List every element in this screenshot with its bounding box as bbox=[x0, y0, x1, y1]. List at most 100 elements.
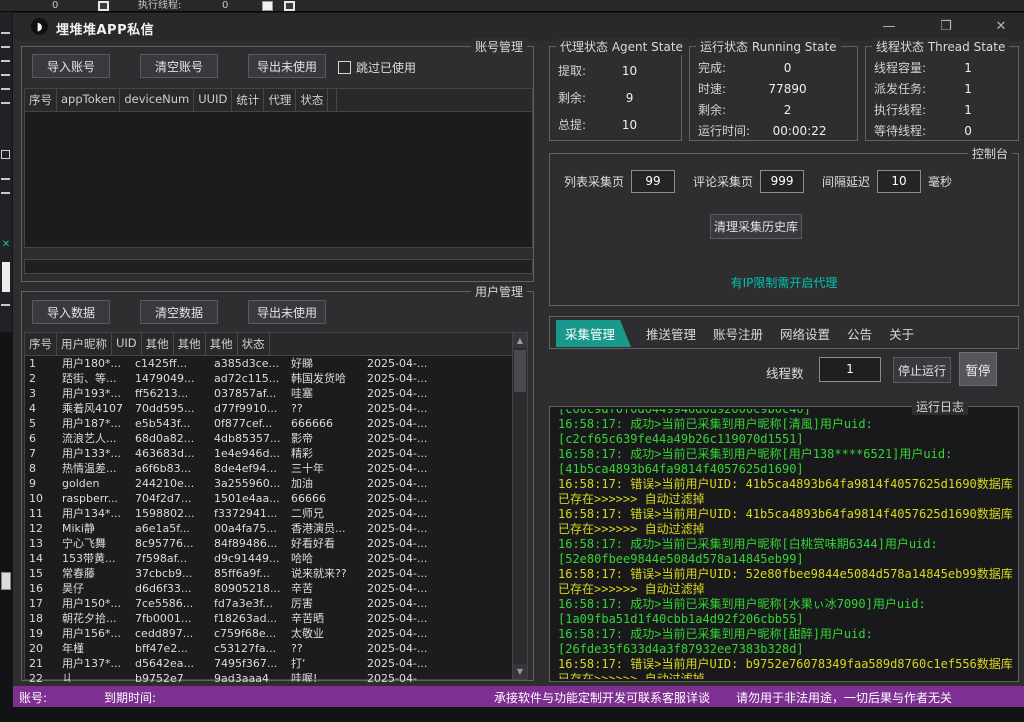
cell-other: 2025-04-... bbox=[363, 371, 436, 386]
cell-other: f18263ad... bbox=[210, 611, 287, 626]
table-row[interactable]: 4 乘着风4107 70dd595... d77f9910... ?? 2025… bbox=[25, 401, 512, 416]
user-column-header[interactable]: 其他 bbox=[174, 333, 206, 355]
state-row-value: 10 bbox=[586, 64, 673, 78]
account-action-button[interactable]: 清空账号 bbox=[140, 54, 218, 78]
account-action-button[interactable]: 导出未使用 bbox=[248, 54, 326, 78]
table-row[interactable]: 14 153带黄... 7f598af... d9c91449... 哈哈 20… bbox=[25, 551, 512, 566]
close-button[interactable]: ✕ bbox=[986, 17, 1016, 37]
user-column-header[interactable]: 其他 bbox=[142, 333, 174, 355]
scroll-up-icon[interactable]: ▲ bbox=[513, 333, 527, 348]
cell-other: 4db85357... bbox=[210, 431, 287, 446]
cell-other: 精彩 bbox=[287, 446, 363, 461]
background-spinner-icon bbox=[262, 1, 273, 11]
account-column-header[interactable]: 状态 bbox=[296, 89, 328, 111]
account-column-header[interactable]: 统计 bbox=[232, 89, 264, 111]
user-action-button[interactable]: 导出未使用 bbox=[248, 300, 326, 324]
cell-status bbox=[436, 371, 512, 386]
cell-other: 影帝 bbox=[287, 431, 363, 446]
cell-nickname: 用户137*... bbox=[58, 656, 131, 671]
tab-item[interactable]: 网络设置 bbox=[778, 320, 832, 347]
table-row[interactable]: 5 用户187*... e5b543f... 0f877cef... 66666… bbox=[25, 416, 512, 431]
user-column-header[interactable]: 其他 bbox=[206, 333, 238, 355]
table-row[interactable]: 10 raspberr... 704f2d7... 1501e4aa... 66… bbox=[25, 491, 512, 506]
account-column-header[interactable]: 序号 bbox=[25, 89, 57, 111]
table-row[interactable]: 18 朝花夕拾... 7fb0001... f18263ad... 辛苦晒 20… bbox=[25, 611, 512, 626]
cell-uid: 1598802... bbox=[131, 506, 210, 521]
log-line: 16:58:17: 成功>当前已采集到用户昵称[甜醉]用户uid: bbox=[558, 627, 1013, 642]
cell-status bbox=[436, 551, 512, 566]
cell-status bbox=[436, 671, 512, 682]
user-column-header[interactable]: 序号 bbox=[25, 333, 57, 355]
cell-nickname: 宁心飞舞 bbox=[58, 536, 131, 551]
stop-run-button[interactable]: 停止运行 bbox=[893, 357, 951, 383]
account-table-hscrollbar[interactable] bbox=[24, 259, 533, 274]
table-row[interactable]: 16 昊仔 d6d6f33... 80905218... 辛苦 2025-04-… bbox=[25, 581, 512, 596]
cell-nickname: 热情温差... bbox=[58, 461, 131, 476]
maximize-button[interactable]: ❒ bbox=[931, 17, 961, 37]
minimize-button[interactable]: — bbox=[874, 17, 904, 37]
skip-used-checkbox-wrap[interactable]: 跳过已使用 bbox=[338, 59, 416, 76]
table-row[interactable]: 19 用户156*... cedd897... c759f68e... 太敬业 … bbox=[25, 626, 512, 641]
state-row-value: 9 bbox=[586, 91, 673, 105]
state-row: 提取:10 bbox=[558, 57, 673, 84]
console-field-input[interactable]: 10 bbox=[877, 170, 921, 193]
table-row[interactable]: 21 用户137*... d5642ea... 7495f367... 打‘ 2… bbox=[25, 656, 512, 671]
cell-uid: 7f598af... bbox=[131, 551, 210, 566]
table-row[interactable]: 1 用户180*... c1425ff... a385d3ce... 好睇 20… bbox=[25, 356, 512, 371]
table-row[interactable]: 9 golden 244210e... 3a255960... 加油 2025-… bbox=[25, 476, 512, 491]
run-log-body[interactable]: [c00c9df0f0d0449946d0d92000c9b0c40]16:58… bbox=[558, 409, 1013, 679]
table-row[interactable]: 15 常春藤 37cbcb9... 85ff6a9f... 说来就来?? 202… bbox=[25, 566, 512, 581]
account-column-header[interactable] bbox=[328, 89, 337, 111]
user-action-button[interactable]: 导入数据 bbox=[32, 300, 110, 324]
tab-item[interactable]: 账号注册 bbox=[711, 320, 765, 347]
account-column-header[interactable]: UUID bbox=[194, 89, 232, 111]
table-row[interactable]: 3 用户193*... ff56213... 037857af... 哇塞 20… bbox=[25, 386, 512, 401]
cell-other: fd7a3e3f... bbox=[210, 596, 287, 611]
running-state-panel: 运行状态 Running State 完成:0时速:77890剩余:2运行时间:… bbox=[689, 46, 858, 141]
scroll-down-icon[interactable]: ▼ bbox=[513, 664, 527, 679]
tab-item[interactable]: 关于 bbox=[887, 320, 916, 347]
clear-history-button[interactable]: 清理采集历史库 bbox=[710, 214, 802, 239]
account-action-button[interactable]: 导入账号 bbox=[32, 54, 110, 78]
table-row[interactable]: 13 宁心飞舞 8c95776... 84f89486... 好看好看 2025… bbox=[25, 536, 512, 551]
pause-button[interactable]: 暂停 bbox=[959, 352, 997, 386]
cell-uid: 68d0a82... bbox=[131, 431, 210, 446]
user-column-header[interactable]: 用户昵称 bbox=[57, 333, 112, 355]
console-field-input[interactable]: 99 bbox=[631, 170, 675, 193]
scrollbar-thumb[interactable] bbox=[514, 350, 526, 392]
table-row[interactable]: 2 踎街、等... 1479049... ad72c115... 韩国发货哈 2… bbox=[25, 371, 512, 386]
skip-used-checkbox[interactable] bbox=[338, 61, 351, 74]
account-column-header[interactable]: deviceNum bbox=[120, 89, 194, 111]
tab-bar: 采集管理推送管理账号注册网络设置公告关于 bbox=[549, 316, 1019, 349]
user-action-button[interactable]: 清空数据 bbox=[140, 300, 218, 324]
table-row[interactable]: 17 用户150*... 7ce5586... fd7a3e3f... 厉害 2… bbox=[25, 596, 512, 611]
cell-index: 22 bbox=[25, 671, 58, 682]
cell-other: 66666 bbox=[287, 491, 363, 506]
thread-count-input[interactable]: 1 bbox=[819, 357, 881, 382]
cell-uid: e5b543f... bbox=[131, 416, 210, 431]
cell-uid: ff56213... bbox=[131, 386, 210, 401]
table-row[interactable]: 20 年槿 bff47e2... c53127fa... ?? 2025-04-… bbox=[25, 641, 512, 656]
tab-item[interactable]: 采集管理 bbox=[556, 320, 631, 347]
cell-other: 太敬业 bbox=[287, 626, 363, 641]
toolbar-ruler-icon bbox=[2, 262, 10, 292]
table-row[interactable]: 8 热情温差... a6f6b83... 8de4ef94... 三十年 202… bbox=[25, 461, 512, 476]
user-column-header[interactable]: 状态 bbox=[238, 333, 270, 355]
table-row[interactable]: 22 丩 b9752e7 9ad3aaa4 哇喔! 2025-04- bbox=[25, 671, 512, 682]
cell-other: 辛苦 bbox=[287, 581, 363, 596]
cell-index: 9 bbox=[25, 476, 58, 491]
user-column-header[interactable]: UID bbox=[112, 333, 142, 355]
console-field-input[interactable]: 999 bbox=[760, 170, 804, 193]
user-table-vscrollbar[interactable]: ▲ ▼ bbox=[512, 332, 528, 680]
table-row[interactable]: 11 用户134*... 1598802... f3372941... 二师兄 … bbox=[25, 506, 512, 521]
account-column-header[interactable]: appToken bbox=[57, 89, 120, 111]
background-exec-thread-label: 执行线程: bbox=[138, 0, 181, 11]
account-table[interactable]: 序号appTokendeviceNumUUID统计代理状态 bbox=[24, 88, 533, 248]
tab-item[interactable]: 推送管理 bbox=[644, 320, 698, 347]
user-table[interactable]: 序号用户昵称UID其他其他其他状态 1 用户180*... c1425ff...… bbox=[24, 332, 512, 680]
table-row[interactable]: 6 流浪艺人... 68d0a82... 4db85357... 影帝 2025… bbox=[25, 431, 512, 446]
table-row[interactable]: 7 用户133*... 463683d... 1e4e946d... 精彩 20… bbox=[25, 446, 512, 461]
table-row[interactable]: 12 Miki静 a6e1a5f... 00a4fa75... 香港演员... … bbox=[25, 521, 512, 536]
tab-item[interactable]: 公告 bbox=[845, 320, 874, 347]
account-column-header[interactable]: 代理 bbox=[264, 89, 296, 111]
